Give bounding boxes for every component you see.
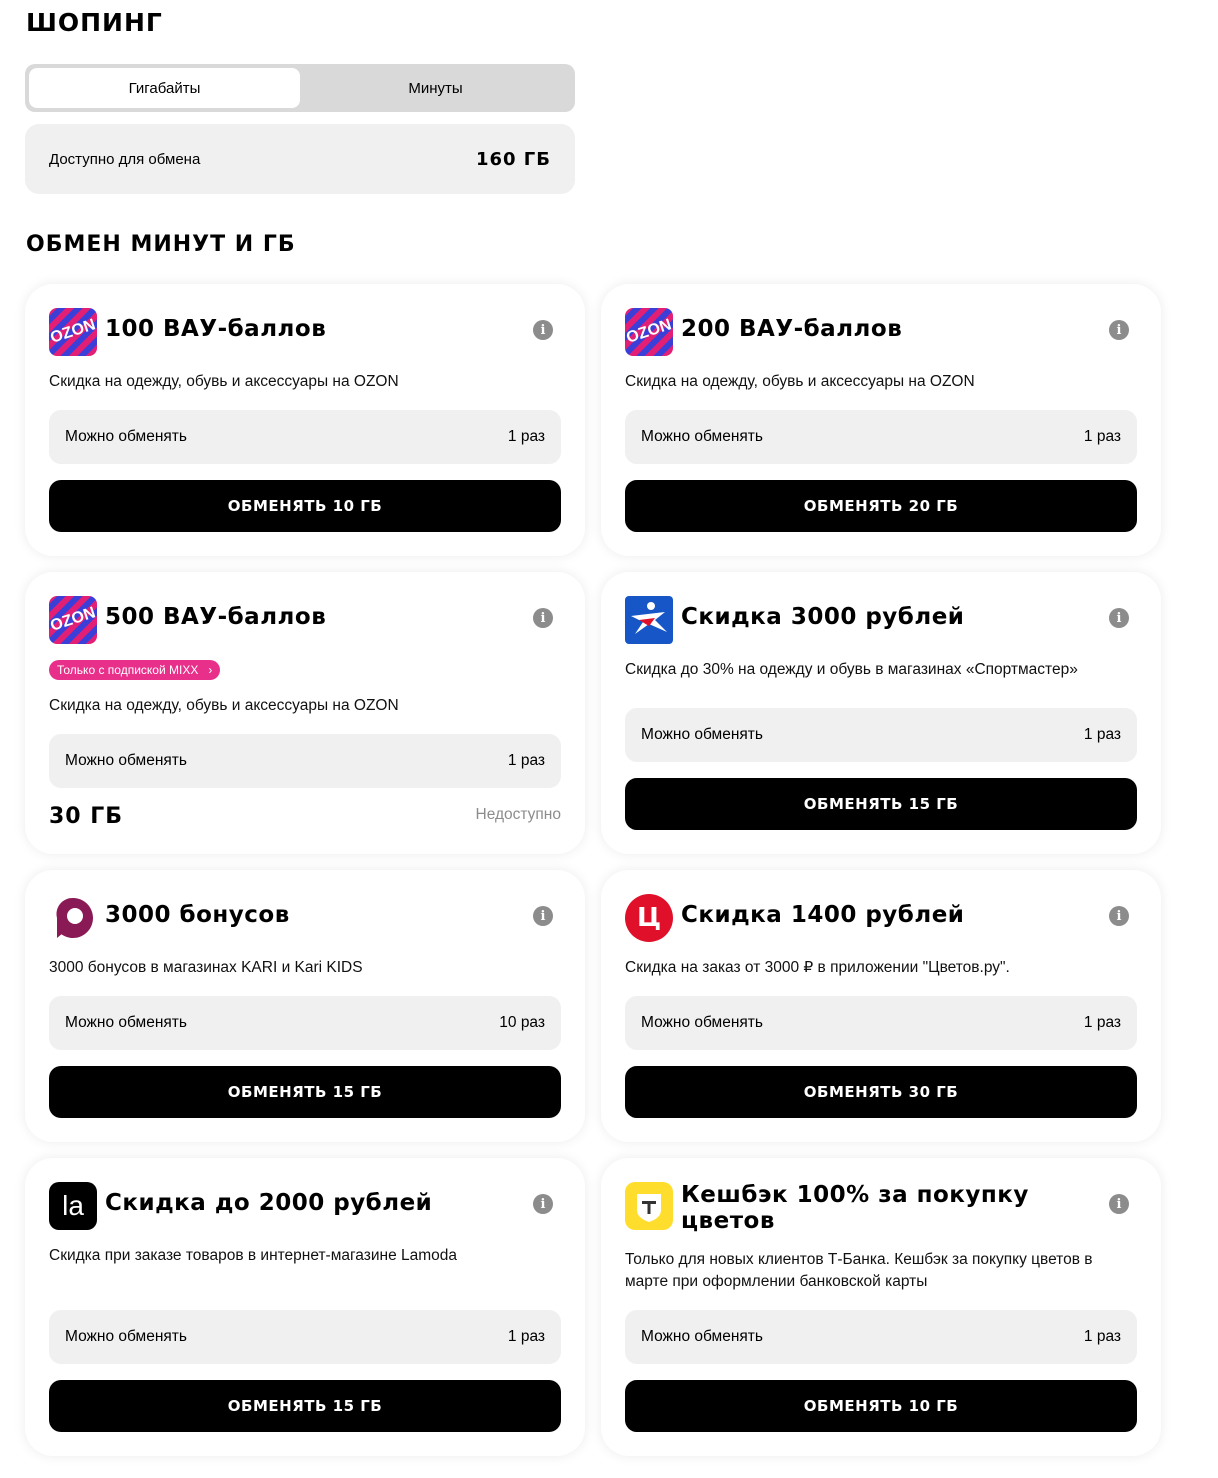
exchange-button[interactable]: ОБМЕНЯТЬ 15 ГБ — [49, 1066, 561, 1118]
info-icon[interactable]: i — [1109, 906, 1129, 926]
offer-description: Скидка при заказе товаров в интернет-маг… — [49, 1247, 458, 1264]
info-icon[interactable]: i — [533, 608, 553, 628]
available-balance: Доступно для обмена 160 ГБ — [25, 124, 575, 194]
offer-description: Скидка до 30% на одежду и обувь в магази… — [625, 661, 1078, 678]
info-icon[interactable]: i — [1109, 1194, 1129, 1214]
offer-title: Скидка 3000 рублей — [681, 604, 965, 630]
offer-description: Скидка на одежду, обувь и аксессуары на … — [49, 373, 399, 390]
exchange-count: Можно обменять 1 раз — [625, 996, 1137, 1050]
offer-price: 30 ГБ — [49, 804, 124, 829]
offer-card: Ц Скидка 1400 рублей i Скидка на заказ о… — [601, 870, 1161, 1142]
ozon-logo-icon: OZON — [49, 308, 97, 356]
exchange-button[interactable]: ОБМЕНЯТЬ 15 ГБ — [625, 778, 1137, 830]
exchange-button[interactable]: ОБМЕНЯТЬ 10 ГБ — [625, 1380, 1137, 1432]
count-value: 1 раз — [507, 752, 545, 769]
available-value: 160 ГБ — [475, 148, 551, 170]
ozon-logo-icon: OZON — [625, 308, 673, 356]
cvetov-logo-icon: Ц — [625, 894, 673, 942]
exchange-count: Можно обменять 1 раз — [625, 410, 1137, 464]
count-label: Можно обменять — [641, 1014, 763, 1031]
exchange-button[interactable]: ОБМЕНЯТЬ 30 ГБ — [625, 1066, 1137, 1118]
offer-title: 200 ВАУ-баллов — [681, 316, 903, 342]
info-icon[interactable]: i — [1109, 320, 1129, 340]
count-label: Можно обменять — [641, 726, 763, 743]
count-label: Можно обменять — [641, 428, 763, 445]
exchange-count: Можно обменять 1 раз — [49, 1310, 561, 1364]
available-label: Доступно для обмена — [49, 150, 201, 168]
count-value: 1 раз — [1083, 428, 1121, 445]
info-icon[interactable]: i — [533, 906, 553, 926]
offer-card: OZON 500 ВАУ-баллов i Только с подпиской… — [25, 572, 585, 854]
count-value: 1 раз — [1083, 726, 1121, 743]
info-icon[interactable]: i — [533, 1194, 553, 1214]
exchange-count: Можно обменять 1 раз — [625, 1310, 1137, 1364]
subscription-badge[interactable]: Только с подпиской MIXX › — [49, 660, 221, 680]
exchange-count: Можно обменять 10 раз — [49, 996, 561, 1050]
offer-title: 500 ВАУ-баллов — [105, 604, 327, 630]
offer-card: OZON 100 ВАУ-баллов i Скидка на одежду, … — [25, 284, 585, 556]
unavailable-status: Недоступно — [475, 806, 562, 823]
section-title: ОБМЕН МИНУТ И ГБ — [26, 232, 296, 257]
offer-card: 3000 бонусов i 3000 бонусов в магазинах … — [25, 870, 585, 1142]
exchange-count: Можно обменять 1 раз — [625, 708, 1137, 762]
count-label: Можно обменять — [641, 1328, 763, 1345]
lamoda-logo-icon: la — [49, 1182, 97, 1230]
count-value: 1 раз — [1083, 1328, 1121, 1345]
offer-card: Кешбэк 100% за покупку цветов i Только д… — [601, 1158, 1161, 1456]
offer-description: 3000 бонусов в магазинах KARI и Kari KID… — [49, 959, 363, 976]
offer-title: Скидка до 2000 рублей — [105, 1190, 433, 1216]
count-label: Можно обменять — [65, 428, 187, 445]
offer-title: Кешбэк 100% за покупку цветов — [681, 1182, 1029, 1234]
count-label: Можно обменять — [65, 752, 187, 769]
count-value: 1 раз — [1083, 1014, 1121, 1031]
exchange-button[interactable]: ОБМЕНЯТЬ 10 ГБ — [49, 480, 561, 532]
kari-logo-icon — [49, 894, 97, 942]
chevron-right-icon: › — [208, 663, 213, 677]
offer-title: 100 ВАУ-баллов — [105, 316, 327, 342]
count-value: 1 раз — [507, 428, 545, 445]
info-icon[interactable]: i — [533, 320, 553, 340]
exchange-button[interactable]: ОБМЕНЯТЬ 20 ГБ — [625, 480, 1137, 532]
count-label: Можно обменять — [65, 1328, 187, 1345]
ozon-logo-icon: OZON — [49, 596, 97, 644]
badge-label: Только с подпиской MIXX — [57, 663, 199, 677]
offer-card: la Скидка до 2000 рублей i Скидка при за… — [25, 1158, 585, 1456]
units-switcher: Гигабайты Минуты — [25, 64, 575, 112]
offer-description: Скидка на одежду, обувь и аксессуары на … — [625, 373, 975, 390]
tab-minutes[interactable]: Минуты — [300, 68, 571, 108]
count-label: Можно обменять — [65, 1014, 187, 1031]
count-value: 10 раз — [499, 1014, 545, 1031]
exchange-count: Можно обменять 1 раз — [49, 410, 561, 464]
offer-description: Скидка на заказ от 3000 ₽ в приложении "… — [625, 959, 1010, 976]
tbank-logo-icon — [625, 1182, 673, 1230]
sportmaster-logo-icon — [625, 596, 673, 644]
offer-title: Скидка 1400 рублей — [681, 902, 965, 928]
exchange-button[interactable]: ОБМЕНЯТЬ 15 ГБ — [49, 1380, 561, 1432]
offer-description: Скидка на одежду, обувь и аксессуары на … — [49, 697, 399, 714]
offer-description: Только для новых клиентов Т-Банка. Кешбэ… — [625, 1251, 1093, 1290]
offer-card: OZON 200 ВАУ-баллов i Скидка на одежду, … — [601, 284, 1161, 556]
info-icon[interactable]: i — [1109, 608, 1129, 628]
offer-title: 3000 бонусов — [105, 902, 290, 928]
page-title: ШОПИНГ — [26, 8, 163, 37]
tab-gigabytes[interactable]: Гигабайты — [29, 68, 300, 108]
offer-card: Скидка 3000 рублей i Скидка до 30% на од… — [601, 572, 1161, 854]
exchange-count: Можно обменять 1 раз — [49, 734, 561, 788]
count-value: 1 раз — [507, 1328, 545, 1345]
